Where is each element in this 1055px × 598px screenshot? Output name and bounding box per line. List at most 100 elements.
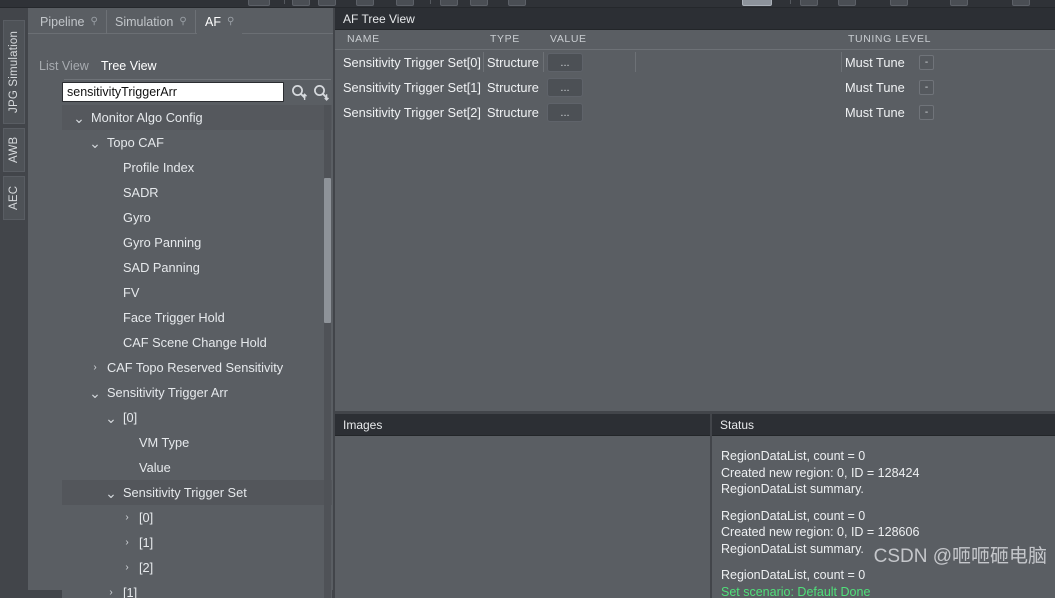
tree-node-label: Gyro Panning [123,235,201,250]
tree-node[interactable]: Gyro Panning [62,230,332,255]
tree-node[interactable]: SAD Panning [62,255,332,280]
tree-node[interactable]: ⌄Monitor Algo Config [62,105,332,130]
tab-label: Pipeline [40,15,84,29]
column-header-name[interactable]: NAME [347,33,380,45]
tab-pipeline[interactable]: Pipeline ⚲ [32,10,107,34]
parameter-tree[interactable]: ⌄Monitor Algo Config⌄Topo CAFProfile Ind… [62,105,332,598]
panel-title-label: Images [343,418,382,432]
vertical-tab-awb[interactable]: AWB [3,128,25,172]
tree-node[interactable]: Gyro [62,205,332,230]
tree-node[interactable]: ›[1] [62,530,332,555]
status-log[interactable]: RegionDataList, count = 0Created new reg… [712,436,1055,598]
row-value-button[interactable]: ... [547,53,583,72]
tree-node[interactable]: VM Type [62,430,332,455]
tree-node-label: [2] [139,560,153,575]
toolbar-button[interactable] [838,0,856,6]
row-value-button[interactable]: ... [547,103,583,122]
vertical-tab-label: AWB [8,137,20,163]
chevron-right-icon[interactable]: › [88,362,102,373]
tree-node[interactable]: › [1] [62,580,332,598]
row-tuning-toggle-button[interactable]: - [919,80,934,95]
row-tuning-toggle-button[interactable]: - [919,55,934,70]
subtab-tree-view[interactable]: Tree View [94,56,164,76]
chevron-right-icon[interactable]: › [120,562,134,573]
tree-node[interactable]: ›CAF Topo Reserved Sensitivity [62,355,332,380]
row-tuning-level: Must Tune [845,105,905,120]
toolbar-button[interactable] [800,0,818,6]
row-tuning-level: Must Tune [845,55,905,70]
images-panel-body[interactable] [335,436,710,598]
toolbar-button[interactable] [292,0,310,6]
toolbar-button-active[interactable] [742,0,772,6]
tree-node-label: Sensitivity Trigger Arr [107,385,228,400]
tree-node-label: [0] [139,510,153,525]
tree-node[interactable]: ⌄ Sensitivity Trigger Arr [62,380,332,405]
tree-node[interactable]: SADR [62,180,332,205]
row-value-button[interactable]: ... [547,78,583,97]
tree-node[interactable]: ⌄ Topo CAF [62,130,332,155]
tab-af[interactable]: AF ⚲ [197,10,242,34]
tree-node[interactable]: Face Trigger Hold [62,305,332,330]
subtab-list-view[interactable]: List View [32,56,96,76]
tree-node[interactable]: CAF Scene Change Hold [62,330,332,355]
row-tuning-toggle-button[interactable]: - [919,105,934,120]
chevron-down-icon[interactable]: ⌄ [72,114,86,122]
left-dock-panel: Pipeline ⚲ Simulation ⚲ AF ⚲ List View T… [28,8,333,590]
table-row[interactable]: Sensitivity Trigger Set[0]Structure...Mu… [335,51,1055,76]
vertical-tab-aec[interactable]: AEC [3,176,25,220]
tree-node[interactable]: Profile Index [62,155,332,180]
chevron-right-icon[interactable]: › [120,537,134,548]
toolbar-button[interactable] [1012,0,1030,6]
tree-node[interactable]: FV [62,280,332,305]
af-tree-view-panel: AF Tree View NAME TYPE VALUE TUNING LEVE… [335,8,1055,411]
log-line: RegionDataList, count = 0 [721,448,1055,465]
search-input[interactable] [62,82,284,102]
toolbar-button[interactable] [396,0,414,6]
chevron-right-icon[interactable]: › [104,587,118,598]
row-type: Structure [487,80,539,95]
chevron-down-icon[interactable]: ⌄ [88,139,102,147]
pin-icon[interactable]: ⚲ [90,17,97,27]
tree-node-label: [1] [123,585,137,598]
column-header-value[interactable]: VALUE [550,33,587,45]
toolbar-button[interactable] [318,0,336,6]
column-header-type[interactable]: TYPE [490,33,520,45]
tree-node[interactable]: › [0] [62,505,332,530]
tree-node-label: FV [123,285,139,300]
view-mode-subtabs: List View Tree View [28,56,333,78]
af-tree-view-title: AF Tree View [335,8,1055,30]
toolbar-button[interactable] [440,0,458,6]
log-line: Created new region: 0, ID = 128424 [721,465,1055,482]
toolbar-button[interactable] [950,0,968,6]
subtab-divider [64,79,331,80]
tree-node[interactable]: ⌄[0] [62,405,332,430]
table-row[interactable]: Sensitivity Trigger Set[1]Structure...Mu… [335,76,1055,101]
toolbar-button[interactable] [508,0,526,6]
tab-simulation[interactable]: Simulation ⚲ [107,10,196,34]
tree-node[interactable]: ⌄Sensitivity Trigger Set [62,480,332,505]
toolbar-button[interactable] [470,0,488,6]
vertical-tab-jpg-simulation[interactable]: JPG Simulation [3,20,25,124]
chevron-down-icon[interactable]: ⌄ [88,389,102,397]
pin-icon[interactable]: ⚲ [227,17,234,27]
tree-node[interactable]: › [2] [62,555,332,580]
toolbar-button[interactable] [356,0,374,6]
tree-node[interactable]: Value [62,455,332,480]
chevron-down-icon[interactable]: ⌄ [104,414,118,422]
search-up-icon[interactable] [290,83,309,102]
table-row[interactable]: Sensitivity Trigger Set[2]Structure...Mu… [335,101,1055,126]
tree-node-label: Topo CAF [107,135,164,150]
toolbar-button[interactable] [890,0,908,6]
toolbar-button[interactable] [248,0,270,6]
log-line: Set scenario: Default Done [721,584,1055,598]
tree-scrollbar-thumb[interactable] [324,178,331,323]
column-header-tuning-level[interactable]: TUNING LEVEL [848,33,931,45]
grid-header: NAME TYPE VALUE TUNING LEVEL [335,30,1055,50]
search-down-icon[interactable] [312,83,331,102]
tree-node-label: Gyro [123,210,151,225]
chevron-right-icon[interactable]: › [120,512,134,523]
search-row [62,82,332,104]
toolbar-separator [430,0,431,4]
chevron-down-icon[interactable]: ⌄ [104,489,118,497]
pin-icon[interactable]: ⚲ [179,17,186,27]
